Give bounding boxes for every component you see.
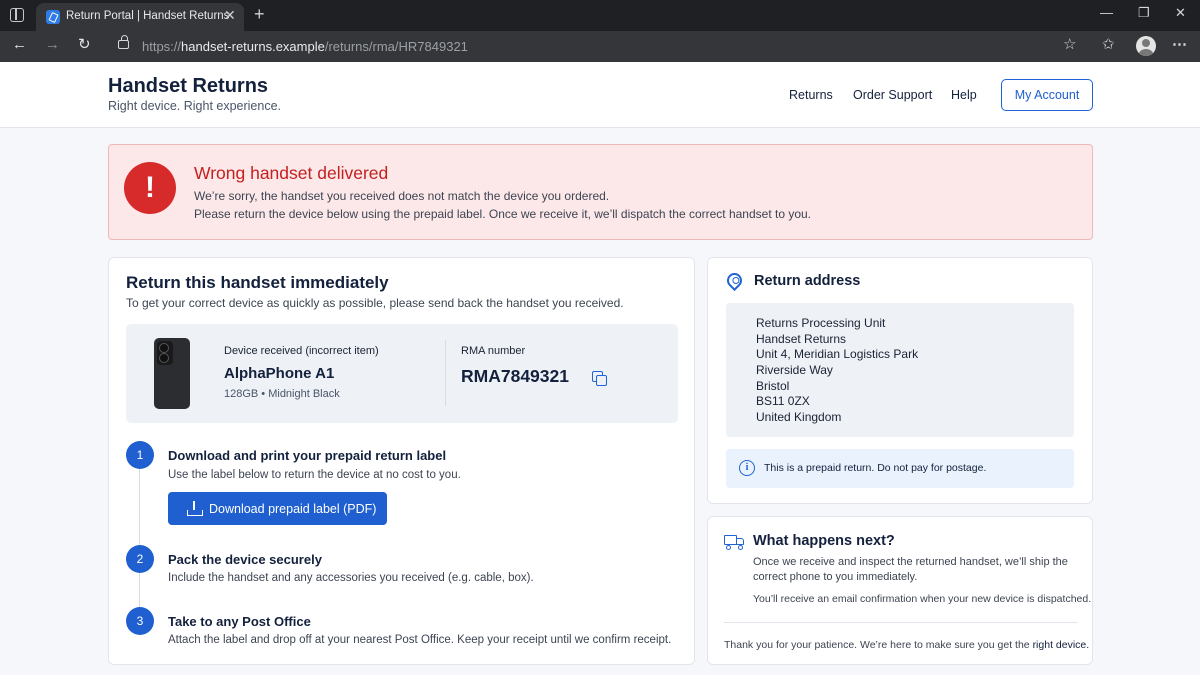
brand-title[interactable]: Handset Returns: [108, 75, 268, 98]
step-3-number: 3: [126, 607, 154, 635]
download-label-button-text: Download prepaid label (PDF): [209, 501, 377, 516]
lock-icon[interactable]: [118, 35, 129, 49]
thanks-text: Thank you for your patience. We’re here …: [724, 639, 1033, 651]
nav-order-support[interactable]: Order Support: [853, 88, 932, 102]
address-line: United Kingdom: [756, 410, 842, 424]
brand-tagline: Right device. Right experience.: [108, 99, 282, 113]
address-line: Unit 4, Meridian Logistics Park: [756, 347, 919, 361]
steps-connector: [139, 455, 140, 620]
rma-number: RMA7849321: [461, 366, 569, 386]
wrong-handset-alert: ! Wrong handset delivered We’re sorry, t…: [108, 144, 1093, 240]
star-icon[interactable]: ☆: [1063, 37, 1076, 52]
step-1-description: Use the label below to return the device…: [168, 469, 461, 481]
device-summary: Device received (incorrect item) AlphaPh…: [126, 324, 678, 423]
profile-icon[interactable]: [1136, 36, 1156, 56]
copy-icon[interactable]: [592, 371, 607, 386]
download-label-button[interactable]: Download prepaid label (PDF): [168, 492, 387, 525]
url-host: handset-returns.example: [181, 39, 325, 54]
truck-wheel: [726, 545, 731, 550]
device-divider: [445, 340, 446, 406]
truck-icon: [724, 534, 746, 550]
tab-title: Return Portal | Handset Returns: [66, 10, 230, 22]
return-card-subtitle: To get your correct device as quickly as…: [126, 296, 624, 310]
next-title: What happens next?: [753, 533, 895, 549]
return-instructions-card: Return this handset immediately To get y…: [108, 257, 695, 665]
step-3-title: Take to any Post Office: [168, 614, 311, 629]
my-account-button[interactable]: My Account: [1001, 79, 1093, 111]
step-3-description: Attach the label and drop off at your ne…: [168, 634, 672, 646]
thanks-emphasis: right device.: [1032, 639, 1090, 651]
menu-icon[interactable]: ⋯: [1172, 37, 1187, 52]
info-icon: i: [739, 460, 755, 476]
prepaid-info-box: i This is a prepaid return. Do not pay f…: [726, 449, 1074, 488]
return-address-card: Return address Returns Processing Unit H…: [707, 257, 1093, 504]
favicon-icon: [46, 10, 60, 24]
url-path: /returns/rma/HR7849321: [324, 39, 468, 54]
minimize-icon[interactable]: —: [1100, 6, 1113, 19]
device-label: Device received (incorrect item): [224, 345, 379, 357]
device-spec: 128GB • Midnight Black: [224, 388, 340, 400]
address-line: BS11 0ZX: [756, 394, 810, 408]
forward-icon[interactable]: →: [45, 37, 60, 52]
address-block: Returns Processing Unit Handset Returns …: [726, 303, 1074, 437]
download-icon: [187, 501, 203, 516]
favorites-icon[interactable]: ✩: [1102, 37, 1115, 52]
device-name: AlphaPhone A1: [224, 365, 335, 382]
browser-tab[interactable]: Return Portal | Handset Returns ✕: [36, 3, 244, 31]
reload-icon[interactable]: ↻: [78, 37, 91, 52]
url-scheme: https://: [142, 39, 182, 54]
alert-message-line-1: We’re sorry, the handset you received do…: [194, 189, 610, 203]
next-line-2: correct phone to you immediately.: [753, 571, 918, 583]
truck-wheel: [738, 545, 743, 550]
phone-camera: [157, 341, 173, 365]
back-icon[interactable]: ←: [12, 37, 27, 52]
sidebar-icon[interactable]: [10, 8, 24, 22]
nav-help[interactable]: Help: [951, 88, 977, 102]
step-1-title: Download and print your prepaid return l…: [168, 448, 447, 463]
step-1-number: 1: [126, 441, 154, 469]
alert-title: Wrong handset delivered: [194, 163, 389, 183]
location-pin-icon: [723, 269, 746, 292]
address-line: Returns Processing Unit: [756, 316, 886, 330]
address-line: Riverside Way: [756, 363, 833, 377]
thanks-message: Thank you for your patience. We’re here …: [724, 639, 1089, 651]
close-window-icon[interactable]: ✕: [1175, 6, 1186, 19]
step-2-title: Pack the device securely: [168, 552, 322, 567]
site-header: Handset Returns Right device. Right expe…: [0, 62, 1200, 128]
new-tab-icon[interactable]: +: [254, 5, 265, 23]
what-happens-next-card: What happens next? Once we receive and i…: [707, 516, 1093, 665]
url-field[interactable]: https://handset-returns.example/returns/…: [142, 39, 468, 54]
step-2-number: 2: [126, 545, 154, 573]
close-tab-icon[interactable]: ✕: [224, 8, 236, 22]
truck-cab: [736, 538, 744, 545]
phone-image: [154, 338, 190, 409]
browser-tab-bar: Return Portal | Handset Returns ✕ + — ❐ …: [0, 0, 1200, 31]
prepaid-info-text: This is a prepaid return. Do not pay for…: [764, 462, 987, 474]
browser-address-bar: ← → ↻ https://handset-returns.example/re…: [0, 31, 1200, 62]
maximize-icon[interactable]: ❐: [1138, 6, 1150, 19]
address-line: Handset Returns: [756, 332, 847, 346]
next-line-1: Once we receive and inspect the returned…: [753, 556, 1068, 568]
return-address-title: Return address: [754, 273, 861, 289]
alert-exclamation-icon: !: [124, 162, 176, 214]
next-divider: [724, 622, 1078, 623]
alert-message-line-2: Please return the device below using the…: [194, 207, 812, 221]
nav-returns[interactable]: Returns: [789, 88, 833, 102]
address-line: Bristol: [756, 379, 790, 393]
rma-label: RMA number: [461, 345, 526, 357]
step-2-description: Include the handset and any accessories …: [168, 572, 534, 584]
next-email-note: You’ll receive an email confirmation whe…: [753, 593, 1092, 605]
return-card-title: Return this handset immediately: [126, 273, 389, 292]
